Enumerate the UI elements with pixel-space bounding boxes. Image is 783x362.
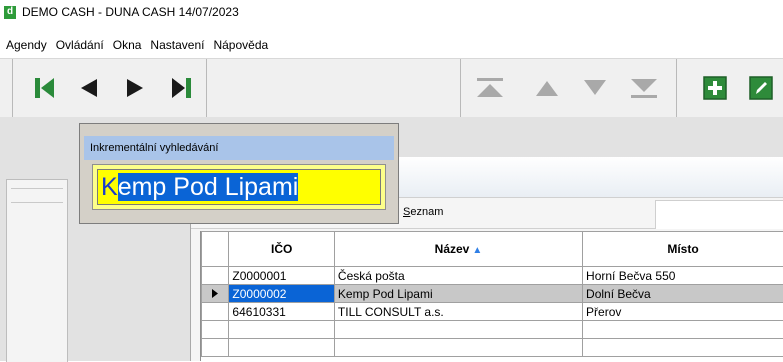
window-title: DEMO CASH - DUNA CASH 14/07/2023 [22, 5, 239, 19]
cell-misto[interactable]: Dolní Bečva [583, 285, 783, 303]
side-panel [6, 179, 68, 362]
menu-nastaveni[interactable]: Nastavení [150, 38, 204, 52]
previous-record-icon[interactable] [74, 59, 104, 117]
row-indicator [202, 321, 229, 339]
add-record-icon[interactable] [700, 59, 730, 117]
autocomplete-highlight: emp Pod Lipami [118, 173, 299, 201]
table-row[interactable]: 64610331 TILL CONSULT a.s. Přerov [202, 303, 783, 321]
row-indicator-header [202, 232, 229, 267]
current-row-pointer-icon [211, 289, 219, 298]
search-field-frame: Kemp Pod Lipami [92, 164, 386, 210]
cell-misto[interactable]: Horní Bečva 550 [583, 267, 783, 285]
cell-misto[interactable] [583, 321, 783, 339]
last-record-icon[interactable] [164, 59, 198, 117]
cell-nazev[interactable]: TILL CONSULT a.s. [334, 303, 582, 321]
column-header-ico[interactable]: IČO [229, 232, 335, 267]
incremental-search-popup: Inkrementální vyhledávání Kemp Pod Lipam… [79, 123, 399, 224]
typed-text: K [101, 173, 118, 201]
cell-nazev[interactable] [334, 339, 582, 357]
cell-ico[interactable] [229, 339, 335, 357]
table-row-selected[interactable]: Z0000002 Kemp Pod Lipami Dolní Bečva [202, 285, 783, 303]
table-row-empty[interactable] [202, 321, 783, 339]
cell-ico[interactable]: Z0000001 [229, 267, 335, 285]
tab-placeholder [655, 200, 783, 229]
toolbar-separator [460, 59, 461, 117]
tab-seznam[interactable]: Seznam [403, 206, 443, 218]
row-indicator [202, 303, 229, 321]
app-logo-icon: d [4, 6, 16, 19]
cell-nazev[interactable]: Kemp Pod Lipami [334, 285, 582, 303]
menu-napoveda[interactable]: Nápověda [213, 38, 268, 52]
cell-misto[interactable] [583, 339, 783, 357]
toolbar [0, 58, 783, 118]
toolbar-separator [676, 59, 677, 117]
next-record-icon[interactable] [120, 59, 150, 117]
move-bottom-icon[interactable] [626, 59, 662, 117]
table-row[interactable]: Z0000001 Česká pošta Horní Bečva 550 [202, 267, 783, 285]
side-panel-line [11, 202, 63, 203]
table-row-empty[interactable] [202, 339, 783, 357]
edit-record-icon[interactable] [746, 59, 776, 117]
row-indicator [202, 339, 229, 357]
column-header-nazev[interactable]: Název▲ [334, 232, 582, 267]
current-row-indicator [202, 285, 229, 303]
column-header-misto[interactable]: Místo [583, 232, 783, 267]
toolbar-separator [12, 59, 13, 117]
menu-agendy[interactable]: Agendy [6, 38, 47, 52]
cell-misto[interactable]: Přerov [583, 303, 783, 321]
move-up-icon[interactable] [532, 59, 562, 117]
title-bar: d DEMO CASH - DUNA CASH 14/07/2023 [0, 0, 783, 24]
cell-ico[interactable] [229, 321, 335, 339]
sort-ascending-icon: ▲ [472, 245, 482, 256]
toolbar-separator [206, 59, 207, 117]
search-input[interactable]: Kemp Pod Lipami [97, 169, 381, 205]
side-panel-line [11, 188, 63, 189]
move-down-icon[interactable] [580, 59, 610, 117]
popup-title: Inkrementální vyhledávání [84, 136, 394, 160]
records-grid: IČO Název▲ Místo Z0000001 Česká pošta Ho… [200, 231, 783, 361]
first-record-icon[interactable] [28, 59, 62, 117]
move-top-icon[interactable] [472, 59, 508, 117]
menu-bar: Agendy Ovládání Okna Nastavení Nápověda [0, 36, 783, 54]
cell-ico[interactable]: 64610331 [229, 303, 335, 321]
menu-okna[interactable]: Okna [113, 38, 142, 52]
cell-nazev[interactable]: Česká pošta [334, 267, 582, 285]
cell-ico[interactable]: Z0000002 [229, 285, 335, 303]
row-indicator [202, 267, 229, 285]
cell-nazev[interactable] [334, 321, 582, 339]
menu-ovladani[interactable]: Ovládání [56, 38, 104, 52]
